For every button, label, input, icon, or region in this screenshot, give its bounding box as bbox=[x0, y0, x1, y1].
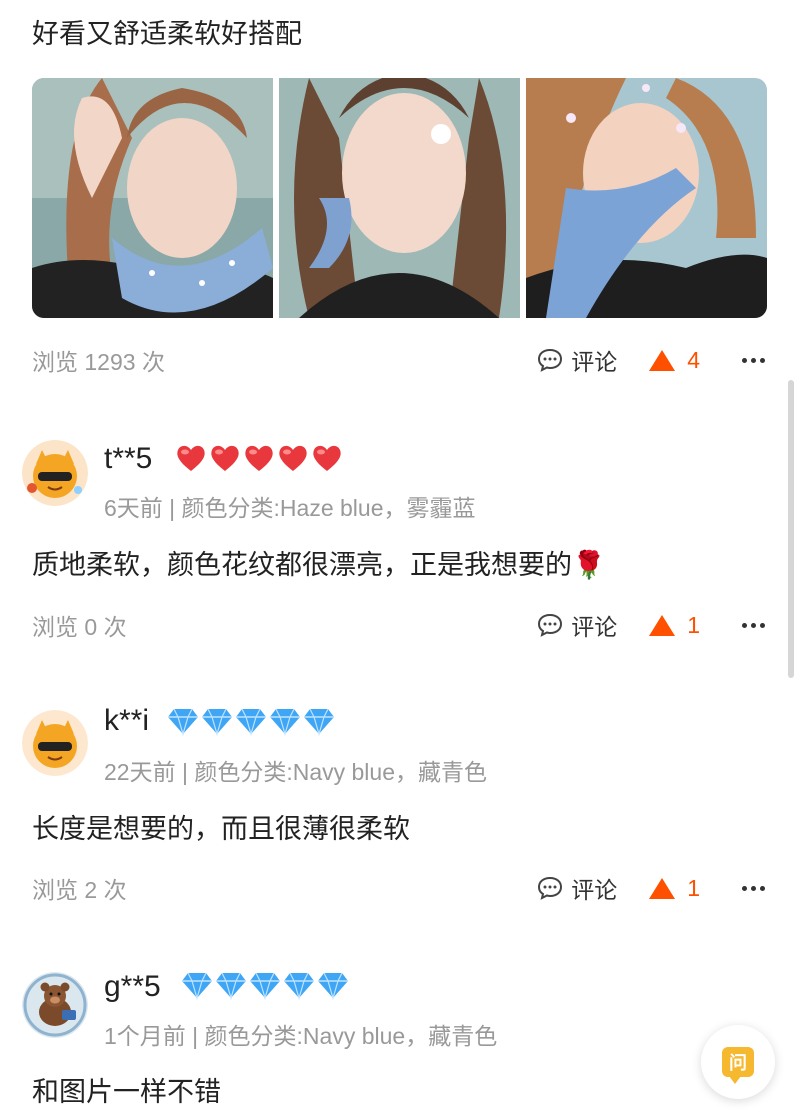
review-photo[interactable] bbox=[526, 78, 767, 318]
like-triangle-icon bbox=[649, 349, 676, 371]
username: k**i bbox=[104, 704, 150, 737]
like-button[interactable]: 1 bbox=[649, 875, 700, 902]
heart-icon bbox=[211, 445, 239, 471]
comment-icon bbox=[538, 613, 563, 637]
comment-label: 评论 bbox=[571, 877, 618, 903]
review-stats-bar: 浏览 2 次 评论 1 bbox=[32, 868, 766, 908]
review-photo[interactable] bbox=[279, 78, 520, 318]
like-triangle-icon bbox=[649, 614, 676, 636]
comment-button[interactable]: 评论 bbox=[537, 871, 617, 905]
heart-icon bbox=[313, 445, 341, 471]
diamond-icon bbox=[318, 972, 348, 1000]
diamond-icon bbox=[270, 708, 300, 736]
reviewer-level-badges bbox=[174, 442, 344, 474]
avatar[interactable] bbox=[22, 972, 88, 1038]
avatar[interactable] bbox=[22, 440, 88, 506]
review-content: 质地柔软，颜色花纹都很漂亮，正是我想要的🌹 bbox=[32, 550, 606, 580]
username: g**5 bbox=[104, 970, 161, 1003]
comment-icon bbox=[538, 348, 563, 372]
ask-question-button[interactable]: 问 bbox=[701, 1025, 775, 1099]
more-options-icon[interactable] bbox=[740, 885, 766, 891]
like-button[interactable]: 1 bbox=[649, 612, 700, 639]
diamond-icon bbox=[202, 708, 232, 736]
review-content: 和图片一样不错 bbox=[32, 1077, 221, 1107]
post-text: 好看又舒适柔软好搭配 bbox=[32, 19, 302, 49]
review-stats-bar: 浏览 0 次 评论 1 bbox=[32, 605, 766, 645]
scrollbar[interactable] bbox=[788, 380, 794, 678]
review-content: 长度是想要的，而且很薄很柔软 bbox=[32, 814, 410, 844]
reviewer-level-badges bbox=[166, 706, 336, 736]
review-meta: 22天前 | 颜色分类:Navy blue，藏青色 bbox=[104, 759, 488, 785]
more-options-icon[interactable] bbox=[740, 622, 766, 628]
heart-icon bbox=[245, 445, 273, 471]
comment-button[interactable]: 评论 bbox=[537, 608, 617, 642]
heart-icon bbox=[177, 445, 205, 471]
like-count: 4 bbox=[687, 346, 700, 373]
comment-label: 评论 bbox=[571, 349, 618, 375]
more-options-icon[interactable] bbox=[740, 357, 766, 363]
reviewer-level-badges bbox=[180, 970, 350, 1000]
diamond-icon bbox=[304, 708, 334, 736]
post-stats-bar: 浏览 1293 次 评论 4 bbox=[32, 340, 766, 380]
like-count: 1 bbox=[687, 611, 700, 638]
heart-icon bbox=[279, 445, 307, 471]
username: t**5 bbox=[104, 442, 153, 475]
diamond-icon bbox=[182, 972, 212, 1000]
comment-icon bbox=[538, 876, 563, 900]
review-meta: 1个月前 | 颜色分类:Navy blue，藏青色 bbox=[104, 1023, 498, 1049]
comment-button[interactable]: 评论 bbox=[537, 343, 617, 377]
view-count: 浏览 1293 次 bbox=[32, 349, 165, 375]
ask-icon: 问 bbox=[722, 1047, 754, 1084]
diamond-icon bbox=[284, 972, 314, 1000]
diamond-icon bbox=[250, 972, 280, 1000]
review-photo[interactable] bbox=[32, 78, 273, 318]
diamond-icon bbox=[236, 708, 266, 736]
photo-gallery bbox=[32, 78, 767, 318]
view-count: 浏览 0 次 bbox=[32, 614, 127, 640]
comment-label: 评论 bbox=[571, 614, 618, 640]
like-count: 1 bbox=[687, 874, 700, 901]
diamond-icon bbox=[216, 972, 246, 1000]
like-button[interactable]: 4 bbox=[649, 347, 700, 374]
view-count: 浏览 2 次 bbox=[32, 877, 127, 903]
diamond-icon bbox=[168, 708, 198, 736]
review-meta: 6天前 | 颜色分类:Haze blue，雾霾蓝 bbox=[104, 495, 476, 521]
like-triangle-icon bbox=[649, 877, 676, 899]
avatar[interactable] bbox=[22, 710, 88, 776]
